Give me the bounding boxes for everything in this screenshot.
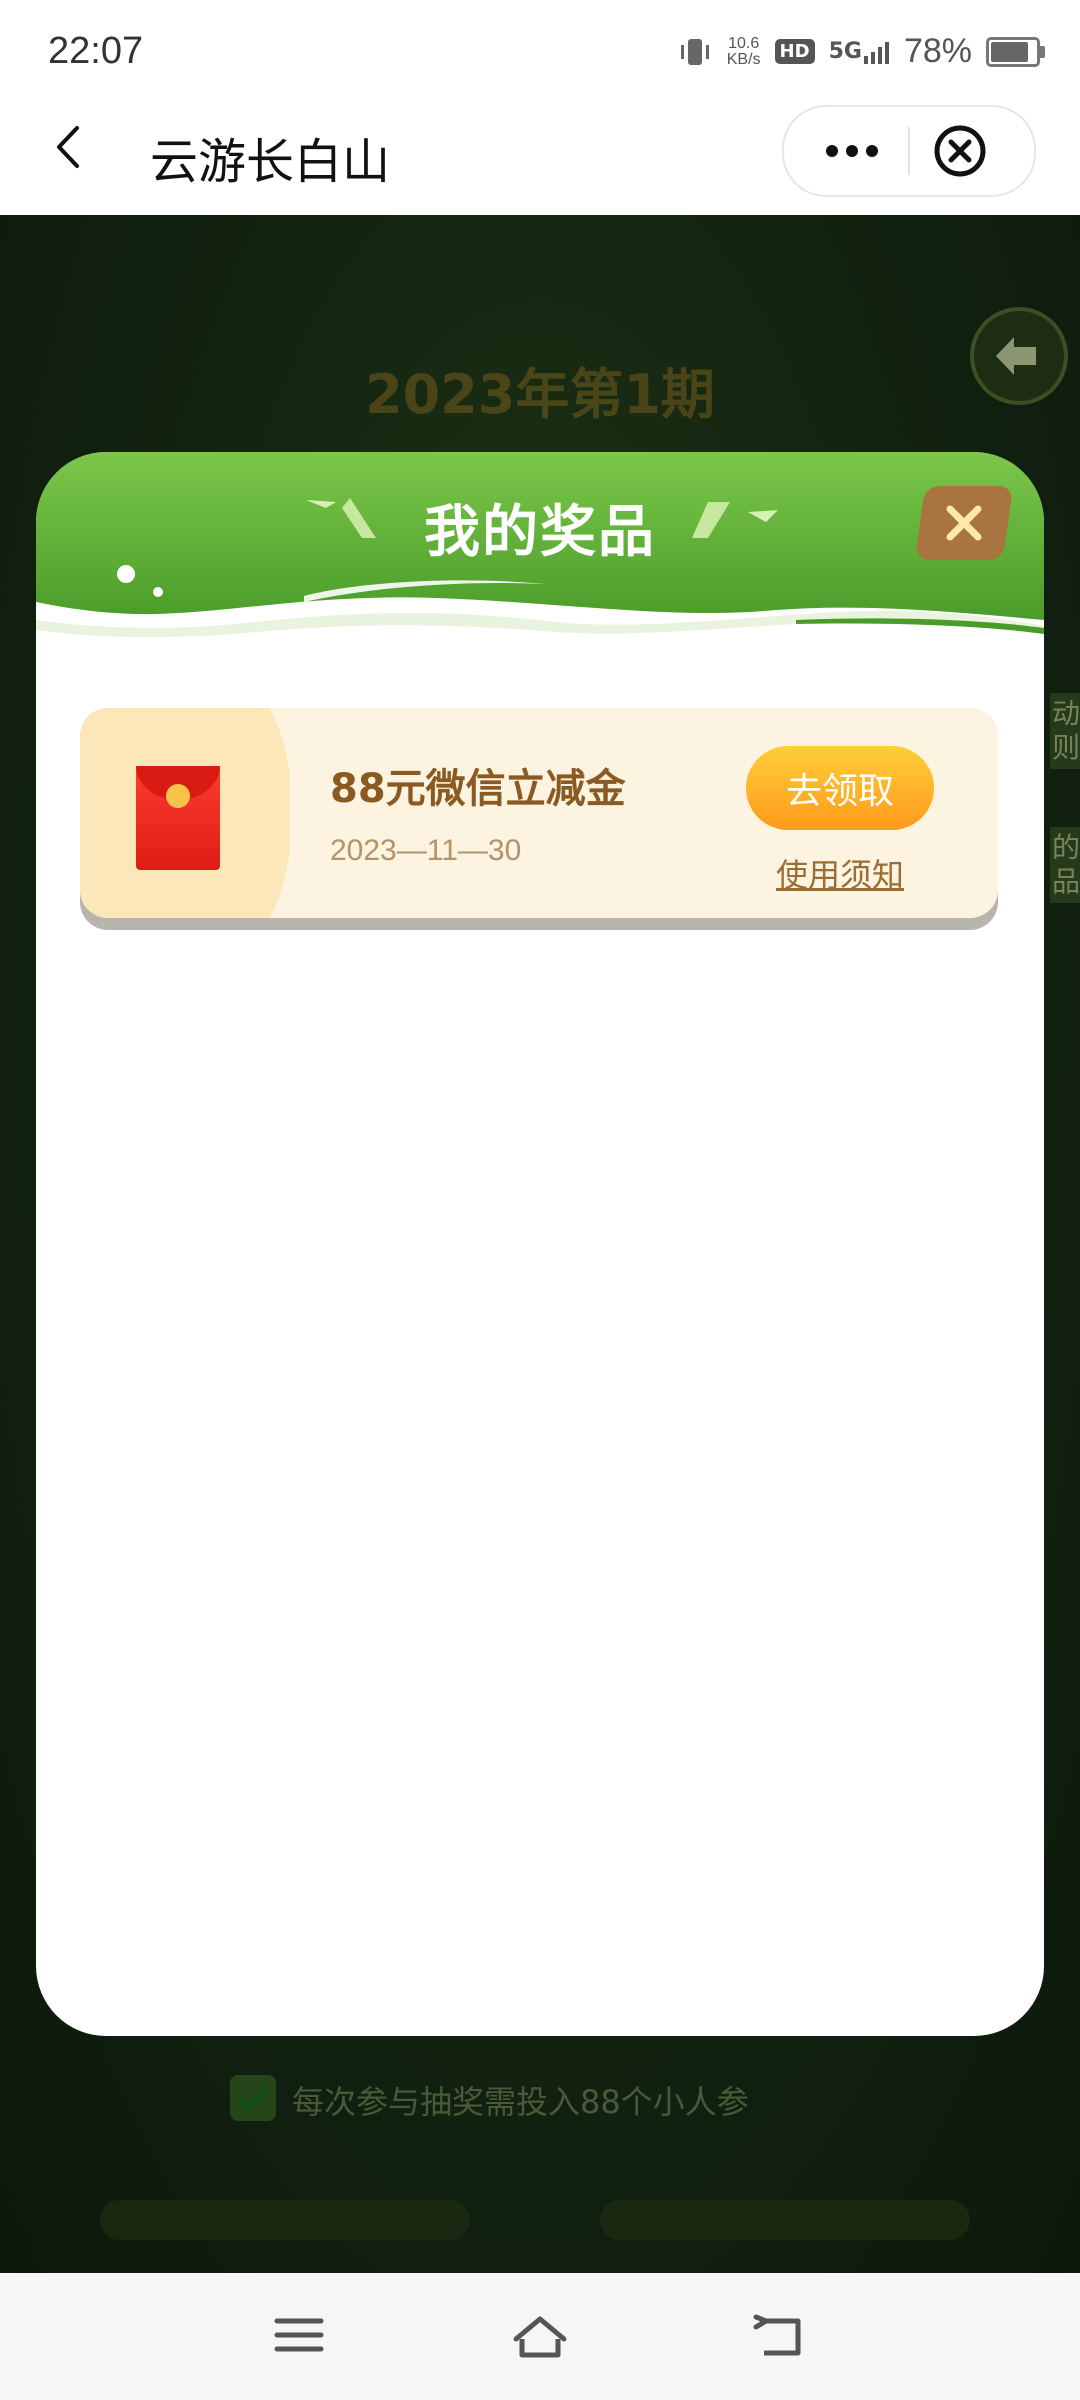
close-miniprogram-icon[interactable] xyxy=(932,123,988,179)
close-icon xyxy=(946,505,982,541)
battery-icon xyxy=(986,36,1045,67)
prizes-modal: 我的奖品 88元微信立减金 2023—11—30 去领取 使用须知 xyxy=(36,452,1044,2036)
vibrate-icon xyxy=(680,38,709,65)
menu-icon[interactable] xyxy=(273,2313,325,2357)
home-icon[interactable] xyxy=(510,2313,570,2361)
modal-header: 我的奖品 xyxy=(36,452,1044,692)
modal-title: 我的奖品 xyxy=(424,500,656,565)
red-packet-icon xyxy=(136,766,220,870)
claim-button[interactable]: 去领取 xyxy=(746,746,934,830)
capsule-divider xyxy=(908,127,910,175)
system-nav-bar xyxy=(0,2273,1080,2400)
status-time: 22:07 xyxy=(48,30,144,72)
modal-close-button[interactable] xyxy=(914,486,1014,560)
prize-name: 88元微信立减金 xyxy=(330,766,626,812)
signal-icon: 5G xyxy=(829,39,890,64)
usage-notice-link[interactable]: 使用须知 xyxy=(770,850,910,896)
status-icons: 10.6 KB/s HD 5G 78% xyxy=(677,32,1045,71)
status-bar: 22:07 10.6 KB/s HD 5G 78% xyxy=(0,0,1080,105)
network-speed: 10.6 KB/s xyxy=(726,34,761,68)
back-icon[interactable] xyxy=(45,122,95,172)
page-title: 云游长白山 xyxy=(150,134,391,190)
miniprogram-capsule xyxy=(782,105,1036,197)
back-nav-icon[interactable] xyxy=(752,2313,808,2361)
more-icon[interactable] xyxy=(824,137,880,165)
hd-badge: HD xyxy=(774,39,815,64)
prize-date: 2023—11—30 xyxy=(330,834,522,867)
prize-card: 88元微信立减金 2023—11—30 去领取 使用须知 xyxy=(80,708,998,918)
battery-percent: 78% xyxy=(903,32,972,70)
